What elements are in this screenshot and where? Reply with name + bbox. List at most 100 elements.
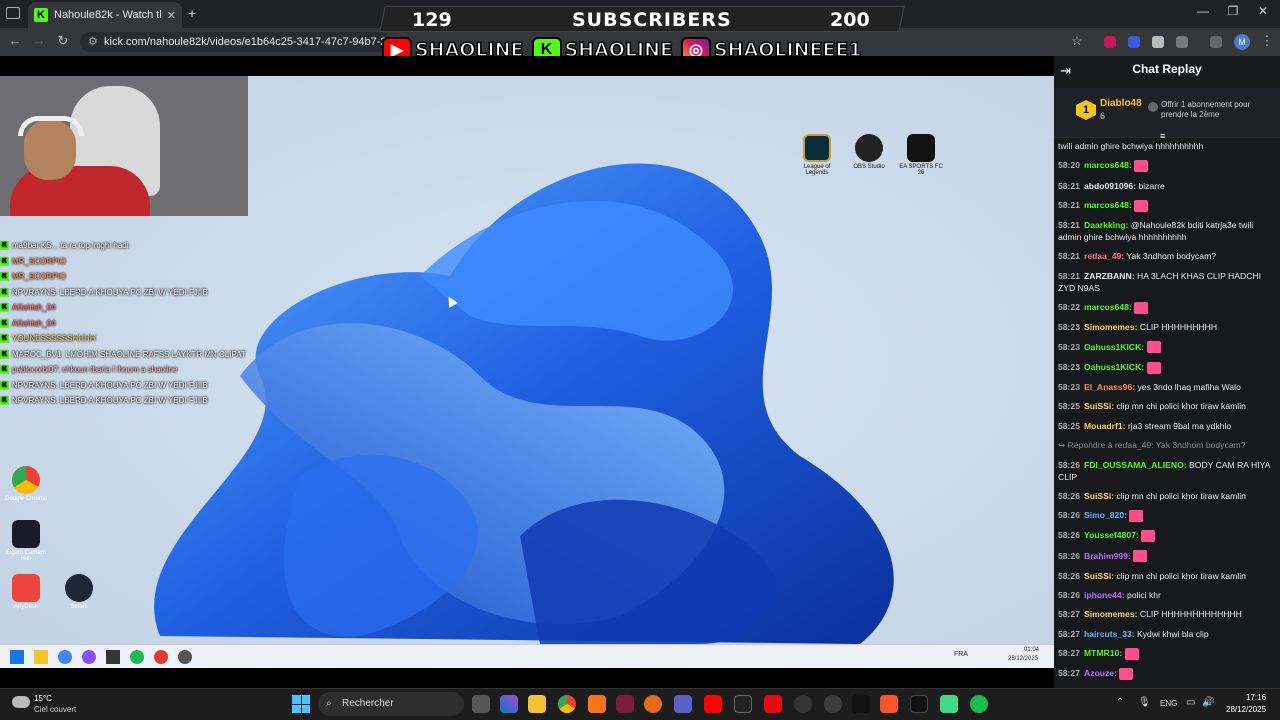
clock-date[interactable]: 28/12/2025 [1226, 705, 1266, 714]
streamed-taskbar: FRA 01:04 28/12/2025 [0, 644, 1054, 668]
inner-clock-date: 28/12/2025 [1008, 656, 1039, 662]
desktop-icon-label: AnyDesk [13, 604, 38, 610]
chat-username[interactable]: Simomemes: [1084, 322, 1138, 332]
app-icon[interactable] [616, 695, 634, 713]
reload-icon[interactable]: ↻ [54, 33, 72, 49]
extensions-puzzle-icon[interactable] [1176, 36, 1188, 48]
desktop-icon-anydesk[interactable]: AnyDesk [3, 574, 49, 610]
tray-overflow-icon[interactable]: ⌃ [1116, 697, 1124, 708]
chat-timestamp: 58:26 [1058, 459, 1080, 470]
desktop-icon-obs[interactable]: OBS Studio [846, 134, 892, 170]
chat-username[interactable]: Simo_820: [1084, 510, 1127, 520]
url-field[interactable]: ⚙ kick.com/nahoule82k/videos/e1b64c25-34… [80, 32, 390, 52]
chat-timestamp: 58:23 [1058, 322, 1080, 333]
brave-browser-icon[interactable] [880, 695, 898, 713]
weather-cloud-icon[interactable] [12, 696, 30, 708]
chat-username[interactable]: redaa_49: [1084, 251, 1124, 261]
profile-avatar-icon[interactable]: M [1234, 34, 1250, 50]
youtube-icon[interactable] [704, 695, 722, 713]
chat-username[interactable]: SuiSSi: [1084, 401, 1114, 411]
desktop-icon-fc26[interactable]: EA SPORTS FC 26 [898, 134, 944, 176]
file-explorer-icon[interactable] [528, 695, 546, 713]
keyboard-language[interactable]: ENG [1160, 699, 1177, 708]
chat-username[interactable]: El_Anass96: [1084, 382, 1135, 392]
chat-username[interactable]: haircuts_33: [1084, 629, 1135, 639]
gift-sub-offer[interactable]: Offrir 1 abonnement pour prendre la 2ème [1161, 100, 1276, 120]
bookmark-star-icon[interactable]: ☆ [1068, 33, 1086, 49]
chat-username[interactable]: abdo091096: [1084, 181, 1136, 191]
desktop-icon-chrome[interactable]: Google Chrome [3, 466, 49, 502]
chat-username[interactable]: Simomemes: [1084, 609, 1138, 619]
desktop-icon-lol[interactable]: League of Legends [794, 134, 840, 176]
chat-username[interactable]: marcos648: [1084, 200, 1132, 210]
app-icon [154, 650, 168, 664]
desktop-icon-label: Steam [70, 604, 88, 610]
desktop-icon-label: OBS Studio [853, 164, 885, 170]
site-info-icon[interactable]: ⚙ [88, 32, 98, 52]
chat-username[interactable]: FDI_OUSSAMA_ALIENO: [1084, 460, 1187, 470]
network-icon[interactable]: ▭ [1186, 697, 1195, 708]
app-icon [106, 650, 120, 664]
chat-username[interactable]: Mouadrf1: [1084, 421, 1126, 431]
chat-username[interactable]: marcos648: [1084, 302, 1132, 312]
chat-message: 58:27 Simomemes: CLIP HHHHHHHHHHHHH [1058, 608, 1276, 620]
reading-list-icon[interactable] [1210, 36, 1222, 48]
app-icon[interactable] [588, 695, 606, 713]
app-icon[interactable] [940, 695, 958, 713]
teams-icon[interactable] [674, 695, 692, 713]
chat-emote-icon [1134, 301, 1149, 314]
top-gifter-user[interactable]: Diablo48 [1100, 98, 1142, 109]
app-icon[interactable] [910, 695, 928, 713]
chat-username[interactable]: SuiSSi: [1084, 571, 1114, 581]
minimize-icon[interactable]: — [1188, 4, 1218, 18]
tab-close-icon[interactable]: ✕ [167, 9, 176, 22]
microphone-icon[interactable]: 🎙 [1138, 697, 1151, 708]
taskbar-search-field[interactable]: ⌕ Rechercher [318, 692, 464, 716]
chrome-taskbar-icon[interactable] [558, 695, 576, 713]
chat-message: 58:21 marcos648: [1058, 199, 1276, 212]
chat-timestamp: 58:23 [1058, 361, 1080, 372]
new-tab-button[interactable]: + [188, 5, 196, 21]
browser-tab[interactable]: K Nahoule82k - Watch the VOD ✕ [28, 2, 182, 28]
chat-username[interactable]: Oahuss1KICK: [1084, 362, 1144, 372]
back-icon[interactable]: ← [6, 33, 24, 48]
tab-list-icon[interactable] [6, 7, 20, 19]
netflix-icon[interactable] [764, 695, 782, 713]
steam-icon[interactable] [794, 695, 812, 713]
chat-username[interactable]: iphone44: [1084, 590, 1125, 600]
obs-icon[interactable] [824, 695, 842, 713]
desktop-icon-steam[interactable]: Steam [56, 574, 102, 610]
chat-username[interactable]: Daarkking: [1084, 220, 1128, 230]
maximize-icon[interactable]: ❐ [1218, 4, 1248, 18]
chat-username[interactable]: MTMR10: [1084, 648, 1122, 658]
tab-title: Nahoule82k - Watch the VOD [54, 9, 161, 21]
app-icon[interactable] [734, 695, 752, 713]
chat-username[interactable]: Youssef4807: [1084, 530, 1139, 540]
spotify-icon[interactable] [970, 695, 988, 713]
app-icon[interactable] [852, 695, 870, 713]
chat-username[interactable]: ZARZBANN: [1084, 271, 1135, 281]
clock-time[interactable]: 17:16 [1246, 693, 1266, 702]
search-icon: ⌕ [326, 698, 332, 709]
windows-start-icon[interactable] [292, 695, 310, 713]
file-explorer-icon [34, 650, 48, 664]
browser-menu-icon[interactable]: ⋮ [1258, 33, 1276, 49]
copilot-icon[interactable] [500, 695, 518, 713]
extension-icon[interactable] [1104, 36, 1116, 48]
weather-temp: 15°C [34, 694, 52, 703]
desktop-icon-elgato[interactable]: Elgato Camera Hub [3, 520, 49, 562]
extension-icon[interactable] [1152, 36, 1164, 48]
brave-icon[interactable] [644, 695, 662, 713]
chat-username[interactable]: Azouze: [1084, 668, 1117, 678]
chat-username[interactable]: marcos648: [1084, 160, 1132, 170]
overlay-chat-line: K NPVRAYNS: LBERD A KHOUYA PC ZBI W YEDI … [0, 287, 208, 297]
close-window-icon[interactable]: ✕ [1248, 4, 1278, 18]
task-view-icon[interactable] [472, 695, 490, 713]
chat-username[interactable]: Brahim999: [1084, 551, 1131, 561]
chat-username[interactable]: SuiSSi: [1084, 491, 1114, 501]
forward-icon[interactable]: → [30, 33, 48, 48]
extension-icon[interactable] [1128, 36, 1140, 48]
volume-icon[interactable]: 🔊 [1202, 697, 1214, 708]
desktop-icon-label: Google Chrome [4, 496, 48, 502]
chat-username[interactable]: Oahuss1KICK: [1084, 342, 1144, 352]
